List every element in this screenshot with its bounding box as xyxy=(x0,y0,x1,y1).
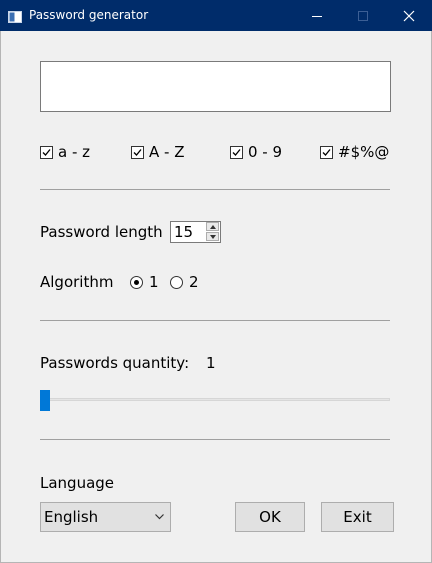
uppercase-label: A - Z xyxy=(149,143,185,161)
algorithm-label: Algorithm xyxy=(40,273,114,291)
radio-selected-dot xyxy=(134,280,139,285)
divider xyxy=(40,320,390,321)
symbols-label: #$%@ xyxy=(338,143,390,161)
password-length-value: 15 xyxy=(174,223,194,241)
language-selected-value: English xyxy=(44,508,99,526)
chevron-down-icon xyxy=(155,514,164,520)
maximize-icon xyxy=(358,11,368,21)
checkmark-icon xyxy=(133,149,142,156)
checkmark-icon xyxy=(42,149,51,156)
radio-button[interactable] xyxy=(170,276,183,289)
minimize-button[interactable] xyxy=(294,0,340,31)
passwords-quantity-label: Passwords quantity: xyxy=(40,354,190,372)
arrow-down-icon xyxy=(210,235,216,239)
title-bar[interactable]: Password generator xyxy=(0,0,432,31)
minimize-icon xyxy=(312,16,322,17)
checkbox-box[interactable] xyxy=(320,146,333,159)
close-button[interactable] xyxy=(386,0,432,31)
language-label: Language xyxy=(40,474,115,492)
spin-down-button[interactable] xyxy=(206,232,219,241)
window-app-icon xyxy=(8,8,22,23)
spin-buttons xyxy=(206,222,220,242)
divider xyxy=(40,189,390,190)
window-title: Password generator xyxy=(29,8,149,22)
lowercase-label: a - z xyxy=(58,143,91,161)
checkbox-box[interactable] xyxy=(131,146,144,159)
arrow-up-icon xyxy=(210,225,216,229)
close-icon xyxy=(403,10,415,22)
algorithm-radio-1-label: 1 xyxy=(149,273,159,291)
language-select[interactable]: English xyxy=(40,502,171,532)
quantity-slider-thumb[interactable] xyxy=(40,390,50,411)
password-output-field[interactable] xyxy=(40,61,391,112)
checkmark-icon xyxy=(232,149,241,156)
algorithm-radio-2-label: 2 xyxy=(189,273,199,291)
checkmark-icon xyxy=(322,149,331,156)
passwords-quantity-value: 1 xyxy=(206,354,216,372)
digits-label: 0 - 9 xyxy=(248,143,283,161)
ok-button[interactable]: OK xyxy=(235,502,305,532)
divider xyxy=(40,439,390,440)
maximize-button xyxy=(340,0,386,31)
password-length-spinbox[interactable]: 15 xyxy=(170,221,221,243)
checkbox-box[interactable] xyxy=(40,146,53,159)
quantity-slider-track[interactable] xyxy=(40,398,390,401)
exit-button[interactable]: Exit xyxy=(321,502,394,532)
password-length-label: Password length xyxy=(40,223,163,241)
radio-button[interactable] xyxy=(130,276,143,289)
checkbox-box[interactable] xyxy=(230,146,243,159)
spin-up-button[interactable] xyxy=(206,222,219,231)
